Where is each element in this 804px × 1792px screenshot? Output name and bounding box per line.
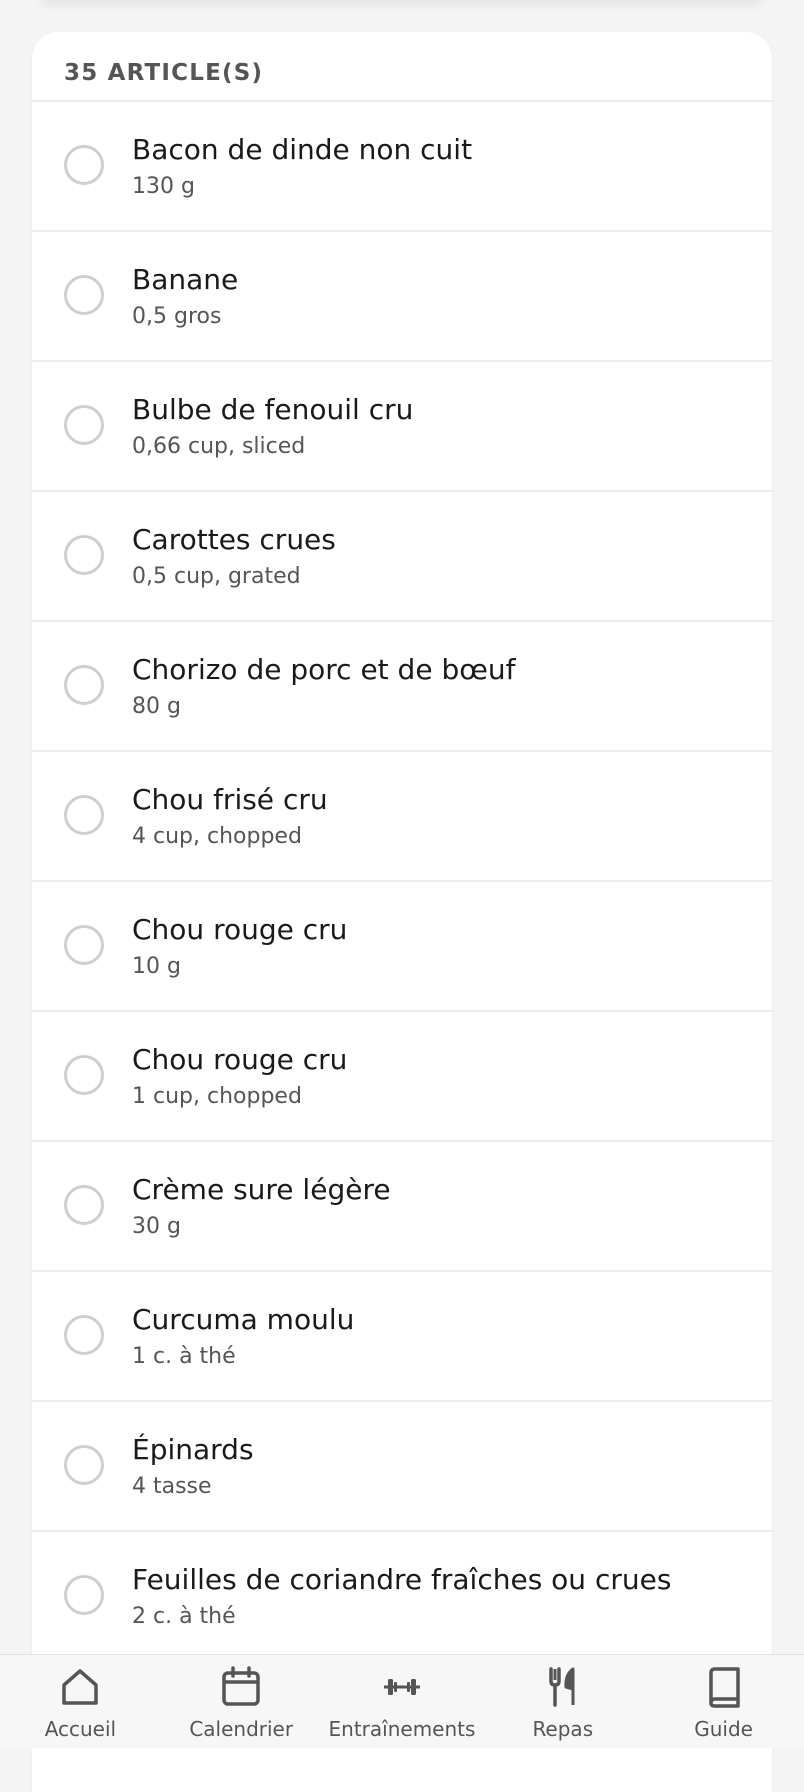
item-quantity: 2 c. à thé	[132, 1604, 236, 1629]
item-quantity: 4 tasse	[132, 1474, 212, 1499]
nav-label: Calendrier	[189, 1717, 294, 1741]
list-item[interactable]: Chorizo de porc et de bœuf 80 g	[32, 622, 772, 752]
item-name: Banane	[132, 263, 239, 296]
list-item[interactable]: Chou frisé cru 4 cup, chopped	[32, 752, 772, 882]
checkbox-circle[interactable]	[64, 275, 104, 315]
item-name: Bacon de dinde non cuit	[132, 133, 473, 166]
calendar-icon	[222, 1666, 260, 1706]
list-item[interactable]: Curcuma moulu 1 c. à thé	[32, 1272, 772, 1402]
list-item[interactable]: Bulbe de fenouil cru 0,66 cup, sliced	[32, 362, 772, 492]
list-item[interactable]: Épinards 4 tasse	[32, 1402, 772, 1532]
item-count-header: 35 ARTICLE(S)	[32, 32, 772, 102]
item-quantity: 130 g	[132, 174, 195, 199]
list-item[interactable]: Bacon de dinde non cuit 130 g	[32, 102, 772, 232]
item-quantity: 0,5 cup, grated	[132, 564, 301, 589]
nav-label: Repas	[532, 1717, 594, 1741]
checkbox-circle[interactable]	[64, 1055, 104, 1095]
item-name: Chou rouge cru	[132, 913, 348, 946]
item-name: Curcuma moulu	[132, 1303, 355, 1336]
book-icon	[708, 1667, 740, 1708]
list-item[interactable]: Crème sure légère 30 g	[32, 1142, 772, 1272]
item-name: Feuilles de coriandre fraîches ou crues	[132, 1563, 672, 1596]
checkbox-circle[interactable]	[64, 795, 104, 835]
nav-label: Accueil	[44, 1717, 117, 1741]
list-item[interactable]: Chou rouge cru 10 g	[32, 882, 772, 1012]
checkbox-circle[interactable]	[64, 405, 104, 445]
nav-label: Entraînements	[328, 1717, 476, 1741]
item-name: Chou frisé cru	[132, 783, 328, 816]
list-item[interactable]: Chou rouge cru 1 cup, chopped	[32, 1012, 772, 1142]
checkbox-circle[interactable]	[64, 1445, 104, 1485]
nav-guide[interactable]: Guide	[643, 1655, 804, 1748]
item-quantity: 80 g	[132, 694, 181, 719]
home-icon	[62, 1669, 99, 1705]
list-item[interactable]: Feuilles de coriandre fraîches ou crues …	[32, 1532, 772, 1662]
nav-entrainements[interactable]: Entraînements	[322, 1655, 483, 1748]
nav-repas[interactable]: Repas	[482, 1655, 643, 1748]
checkbox-circle[interactable]	[64, 665, 104, 705]
list-item[interactable]: Carottes crues 0,5 cup, grated	[32, 492, 772, 622]
item-name: Crème sure légère	[132, 1173, 391, 1206]
nav-label: Guide	[694, 1717, 753, 1741]
item-name: Chorizo de porc et de bœuf	[132, 653, 516, 686]
dumbbell-icon	[383, 1679, 420, 1695]
checkbox-circle[interactable]	[64, 1575, 104, 1615]
list-item[interactable]: Banane 0,5 gros	[32, 232, 772, 362]
item-name: Bulbe de fenouil cru	[132, 393, 414, 426]
item-quantity: 1 c. à thé	[132, 1344, 236, 1369]
shopping-list-card: 35 ARTICLE(S) Bacon de dinde non cuit 13…	[32, 32, 772, 1792]
checkbox-circle[interactable]	[64, 145, 104, 185]
item-name: Épinards	[132, 1433, 254, 1466]
item-name: Carottes crues	[132, 523, 336, 556]
item-quantity: 30 g	[132, 1214, 181, 1239]
utensils-icon	[549, 1667, 575, 1707]
checkbox-circle[interactable]	[64, 535, 104, 575]
item-quantity: 0,5 gros	[132, 304, 222, 329]
nav-accueil[interactable]: Accueil	[0, 1655, 161, 1748]
checkbox-circle[interactable]	[64, 1185, 104, 1225]
item-name: Chou rouge cru	[132, 1043, 348, 1076]
bottom-navigation: Accueil Calendrier Entraînements Repas G…	[0, 1654, 804, 1748]
item-quantity: 4 cup, chopped	[132, 824, 302, 849]
item-quantity: 10 g	[132, 954, 181, 979]
checkbox-circle[interactable]	[64, 925, 104, 965]
item-quantity: 0,66 cup, sliced	[132, 434, 306, 459]
nav-calendrier[interactable]: Calendrier	[161, 1655, 322, 1748]
checkbox-circle[interactable]	[64, 1315, 104, 1355]
item-quantity: 1 cup, chopped	[132, 1084, 302, 1109]
